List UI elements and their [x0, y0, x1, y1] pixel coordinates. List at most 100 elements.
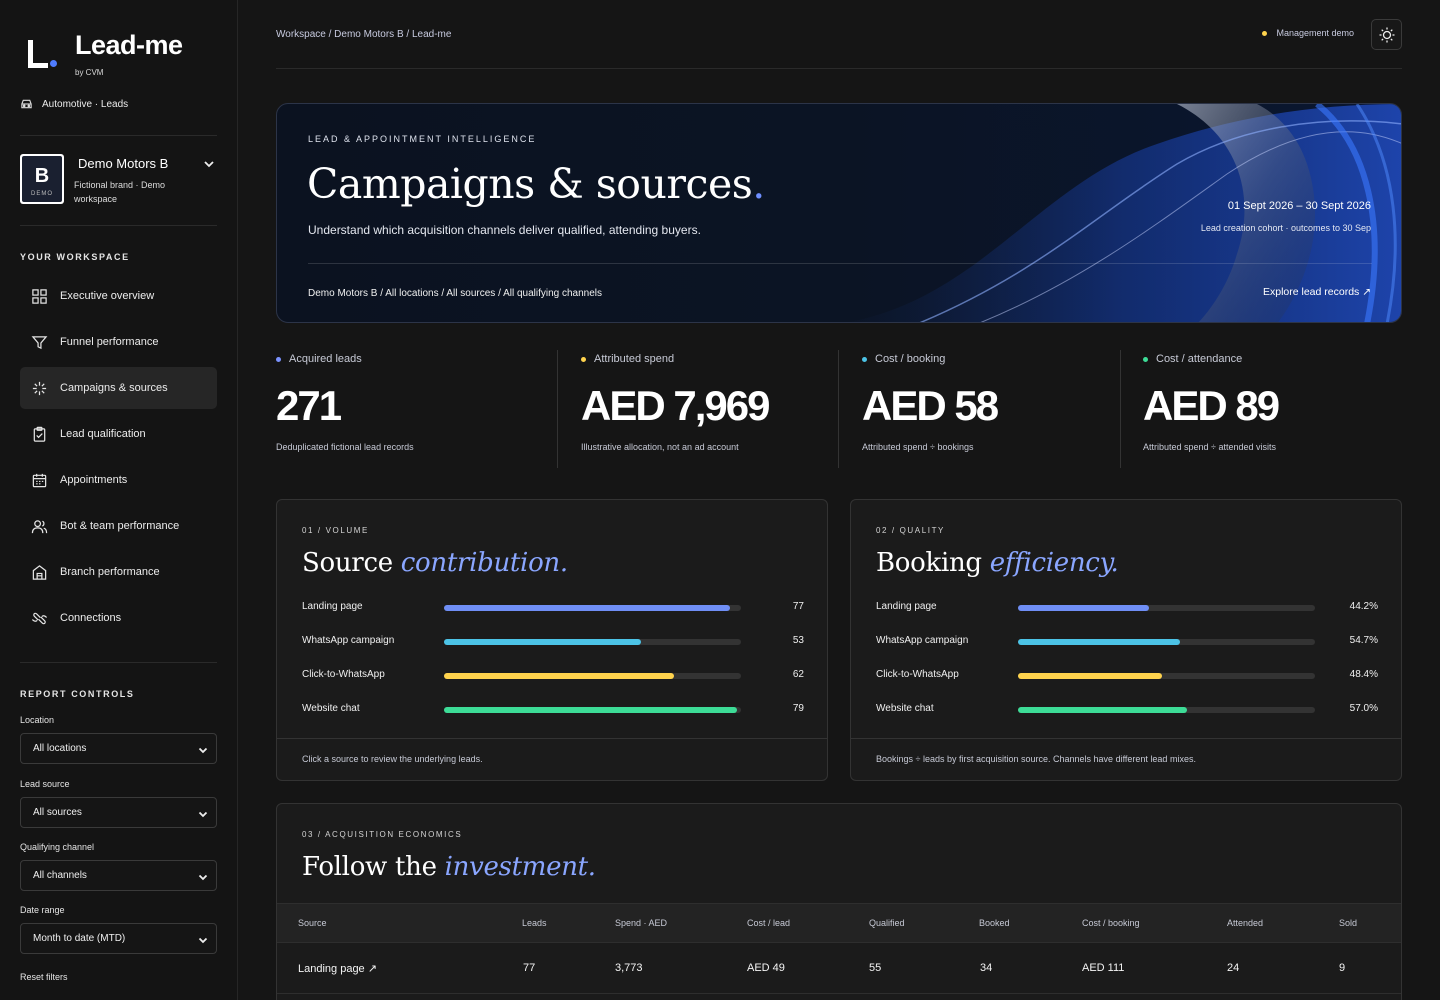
brand-logo-icon: [26, 40, 60, 70]
table-row[interactable]: Landing page ↗ 77 3,773 AED 49 55 34 AED…: [277, 944, 1401, 994]
card-title-text: Follow the: [302, 852, 445, 882]
theme-toggle-button[interactable]: [1371, 19, 1402, 50]
volume-bar-track: [444, 605, 741, 611]
explore-lead-records-link[interactable]: Explore lead records ↗: [1263, 286, 1371, 298]
volume-row-value: 62: [792, 669, 804, 680]
volume-row-label: Click-to-WhatsApp: [302, 669, 385, 680]
volume-row[interactable]: Landing page 77: [302, 601, 804, 615]
quality-row-value: 57.0%: [1349, 703, 1378, 714]
chevron-down-icon: [198, 747, 208, 754]
nav-item-appointments[interactable]: Appointments: [20, 459, 217, 501]
column-header-cost-per-booking[interactable]: Cost / booking: [1082, 918, 1140, 928]
location-select[interactable]: All locations: [20, 733, 217, 764]
quality-row-label: Click-to-WhatsApp: [876, 669, 959, 680]
lead-source-select[interactable]: All sources: [20, 797, 217, 828]
funnel-icon: [31, 335, 48, 349]
calendar-icon: [32, 473, 47, 487]
quality-row-value: 48.4%: [1349, 669, 1378, 680]
card-title-text: Booking: [876, 548, 990, 578]
nav-item-bot-team-performance[interactable]: Bot & team performance: [20, 505, 217, 547]
column-header-spend[interactable]: Spend · AED: [615, 918, 667, 928]
column-header-source[interactable]: Source: [298, 918, 327, 928]
divider: [20, 225, 217, 226]
chevron-down-icon: [198, 874, 208, 881]
volume-row[interactable]: Website chat 79: [302, 703, 804, 717]
kpi-dot-icon: [581, 356, 586, 362]
reset-filters-link[interactable]: Reset filters: [20, 972, 68, 982]
workspace-switcher[interactable]: B DEMO Demo Motors B Fictional brand · D…: [20, 152, 217, 208]
card-kicker: 03 / ACQUISITION ECONOMICS: [302, 830, 463, 839]
column-header-attended[interactable]: Attended: [1227, 918, 1263, 928]
building-icon: [32, 564, 47, 580]
breadcrumb[interactable]: Workspace / Demo Motors B / Lead-me: [276, 29, 451, 40]
quality-row[interactable]: Website chat 57.0%: [876, 703, 1378, 717]
hero-date-note: Lead creation cohort · outcomes to 30 Se…: [1200, 223, 1371, 233]
hero-kicker: LEAD & APPOINTMENT INTELLIGENCE: [308, 134, 537, 144]
quality-bar-track: [1018, 639, 1315, 645]
kpi-label-text: Attributed spend: [594, 353, 675, 365]
nav-item-executive-overview[interactable]: Executive overview: [20, 275, 217, 317]
column-header-sold[interactable]: Sold: [1339, 918, 1357, 928]
volume-row-label: Landing page: [302, 601, 363, 612]
quality-bar-track: [1018, 707, 1315, 713]
divider: [20, 662, 217, 663]
card-title-text: Source: [302, 548, 401, 578]
date-range-select[interactable]: Month to date (MTD): [20, 923, 217, 954]
nav-item-connections[interactable]: Connections: [20, 597, 217, 639]
lead-source-select-value: All sources: [33, 807, 82, 818]
quality-row[interactable]: Click-to-WhatsApp 48.4%: [876, 669, 1378, 683]
hero-scope: Demo Motors B / All locations / All sour…: [308, 288, 603, 299]
page-title-dot: .: [752, 160, 765, 208]
kpi-label-text: Acquired leads: [289, 353, 362, 365]
nav-item-lead-qualification[interactable]: Lead qualification: [20, 413, 217, 455]
kpi-label: Cost / booking: [862, 353, 945, 365]
volume-row-value: 53: [792, 635, 804, 646]
column-header-qualified[interactable]: Qualified: [869, 918, 905, 928]
card-footnote: Bookings ÷ leads by first acquisition so…: [876, 754, 1196, 764]
quality-row[interactable]: WhatsApp campaign 54.7%: [876, 635, 1378, 649]
location-label: Location: [20, 715, 55, 725]
workspace-name: Demo Motors B: [78, 156, 169, 171]
column-header-leads[interactable]: Leads: [522, 918, 547, 928]
kpi-value: 271: [276, 382, 342, 429]
quality-bar-fill: [1018, 673, 1162, 679]
nav-section-title: YOUR WORKSPACE: [20, 252, 130, 262]
kpi-label-text: Cost / booking: [875, 353, 946, 365]
chevron-down-icon: [198, 937, 208, 944]
card-kicker: 02 / QUALITY: [876, 526, 945, 535]
clipboard-check-icon: [33, 426, 46, 442]
date-range-label: Date range: [20, 905, 65, 915]
kpi-label: Acquired leads: [276, 353, 362, 365]
nav-item-campaigns-sources[interactable]: Campaigns & sources: [20, 367, 217, 409]
column-header-booked[interactable]: Booked: [979, 918, 1010, 928]
card-title: Source contribution.: [302, 548, 568, 578]
column-header-cost-per-lead[interactable]: Cost / lead: [747, 918, 790, 928]
kpi-note: Deduplicated fictional lead records: [276, 442, 414, 452]
page-title: Campaigns & sources.: [307, 160, 765, 208]
nav-item-branch-performance[interactable]: Branch performance: [20, 551, 217, 593]
card-title-emphasis: investment.: [444, 852, 596, 882]
kpi-note: Attributed spend ÷ bookings: [862, 442, 974, 452]
table-header: Source Leads Spend · AED Cost / lead Qua…: [277, 903, 1401, 943]
volume-bar-track: [444, 673, 741, 679]
nav-item-label: Executive overview: [60, 290, 155, 302]
volume-row[interactable]: WhatsApp campaign 53: [302, 635, 804, 649]
chevron-down-icon[interactable]: [203, 158, 215, 170]
volume-row[interactable]: Click-to-WhatsApp 62: [302, 669, 804, 683]
brand[interactable]: Lead-me by CVM: [26, 30, 226, 82]
card-divider: [277, 738, 827, 739]
mode-indicator: Management demo: [1262, 28, 1354, 38]
quality-row[interactable]: Landing page 44.2%: [876, 601, 1378, 615]
sun-icon: [1379, 27, 1394, 42]
link-icon: [31, 612, 48, 624]
booking-efficiency-card: 02 / QUALITY Booking efficiency. Landing…: [850, 499, 1402, 781]
header-divider: [276, 68, 1402, 69]
channel-select[interactable]: All channels: [20, 860, 217, 891]
quality-bar-track: [1018, 673, 1315, 679]
nav-item-label: Campaigns & sources: [60, 382, 168, 394]
kpi-cost-per-attendance: Cost / attendance AED 89 Attributed spen…: [1120, 350, 1401, 468]
divider: [20, 135, 217, 136]
source-cell-link[interactable]: Landing page ↗: [298, 962, 377, 975]
nav-item-funnel-performance[interactable]: Funnel performance: [20, 321, 217, 363]
sidebar: Lead-me by CVM Automotive · Leads B DEMO…: [0, 0, 238, 1000]
